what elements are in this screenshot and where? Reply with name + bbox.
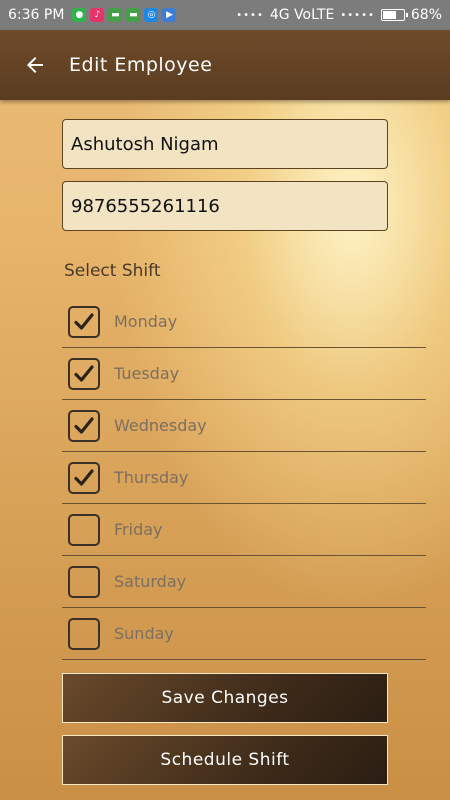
shift-row-tuesday[interactable]: Tuesday xyxy=(62,348,426,400)
employee-name-field[interactable] xyxy=(62,119,388,169)
checkmark-icon xyxy=(74,416,94,434)
shift-row-thursday[interactable]: Thursday xyxy=(62,452,426,504)
day-label: Tuesday xyxy=(114,364,180,383)
whatsapp-icon: ● xyxy=(72,8,87,22)
checkmark-icon xyxy=(74,364,94,382)
schedule-shift-button[interactable]: Schedule Shift xyxy=(62,735,388,785)
employee-phone-field[interactable] xyxy=(62,181,388,231)
chat-icon: ▬ xyxy=(126,8,141,22)
checkbox-friday[interactable] xyxy=(68,513,100,546)
checkmark-icon xyxy=(74,468,94,486)
browser-icon: ◎ xyxy=(144,8,159,22)
day-label: Monday xyxy=(114,312,178,331)
back-button[interactable] xyxy=(17,47,53,83)
day-label: Saturday xyxy=(114,572,187,591)
signal-strength-icon: ••••• xyxy=(340,9,375,21)
battery-icon xyxy=(380,9,408,21)
shift-list: Monday Tuesday Wednesday Thursday Friday… xyxy=(62,296,426,660)
battery-level xyxy=(382,11,397,19)
checkbox-sunday[interactable] xyxy=(68,617,100,650)
day-label: Friday xyxy=(114,520,163,539)
shift-row-sunday[interactable]: Sunday xyxy=(62,608,426,660)
checkbox-monday[interactable] xyxy=(68,305,100,338)
shift-row-saturday[interactable]: Saturday xyxy=(62,556,426,608)
status-time: 6:36 PM xyxy=(8,7,65,23)
network-type: 4G VoLTE xyxy=(269,7,335,23)
signal-icon: •••• xyxy=(236,9,264,21)
battery-percent: 68% xyxy=(410,7,442,23)
day-label: Thursday xyxy=(114,468,189,487)
page-title: Edit Employee xyxy=(69,54,213,76)
save-changes-button[interactable]: Save Changes xyxy=(62,673,388,723)
app-bar: Edit Employee xyxy=(0,30,450,100)
play-store-icon: ▶ xyxy=(162,8,177,22)
shift-row-friday[interactable]: Friday xyxy=(62,504,426,556)
checkbox-thursday[interactable] xyxy=(68,461,100,494)
checkbox-tuesday[interactable] xyxy=(68,357,100,390)
music-icon: ♪ xyxy=(90,8,105,22)
message-icon: ▬ xyxy=(108,8,123,22)
shift-row-wednesday[interactable]: Wednesday xyxy=(62,400,426,452)
day-label: Wednesday xyxy=(114,416,207,435)
arrow-left-icon xyxy=(27,57,43,73)
checkmark-icon xyxy=(74,312,94,330)
day-label: Sunday xyxy=(114,624,174,643)
checkbox-wednesday[interactable] xyxy=(68,409,100,442)
status-bar: 6:36 PM ● ♪ ▬ ▬ ◎ ▶ •••• 4G VoLTE ••••• … xyxy=(0,0,450,30)
select-shift-label: Select Shift xyxy=(64,261,161,281)
checkbox-saturday[interactable] xyxy=(68,565,100,598)
shift-row-monday[interactable]: Monday xyxy=(62,296,426,348)
